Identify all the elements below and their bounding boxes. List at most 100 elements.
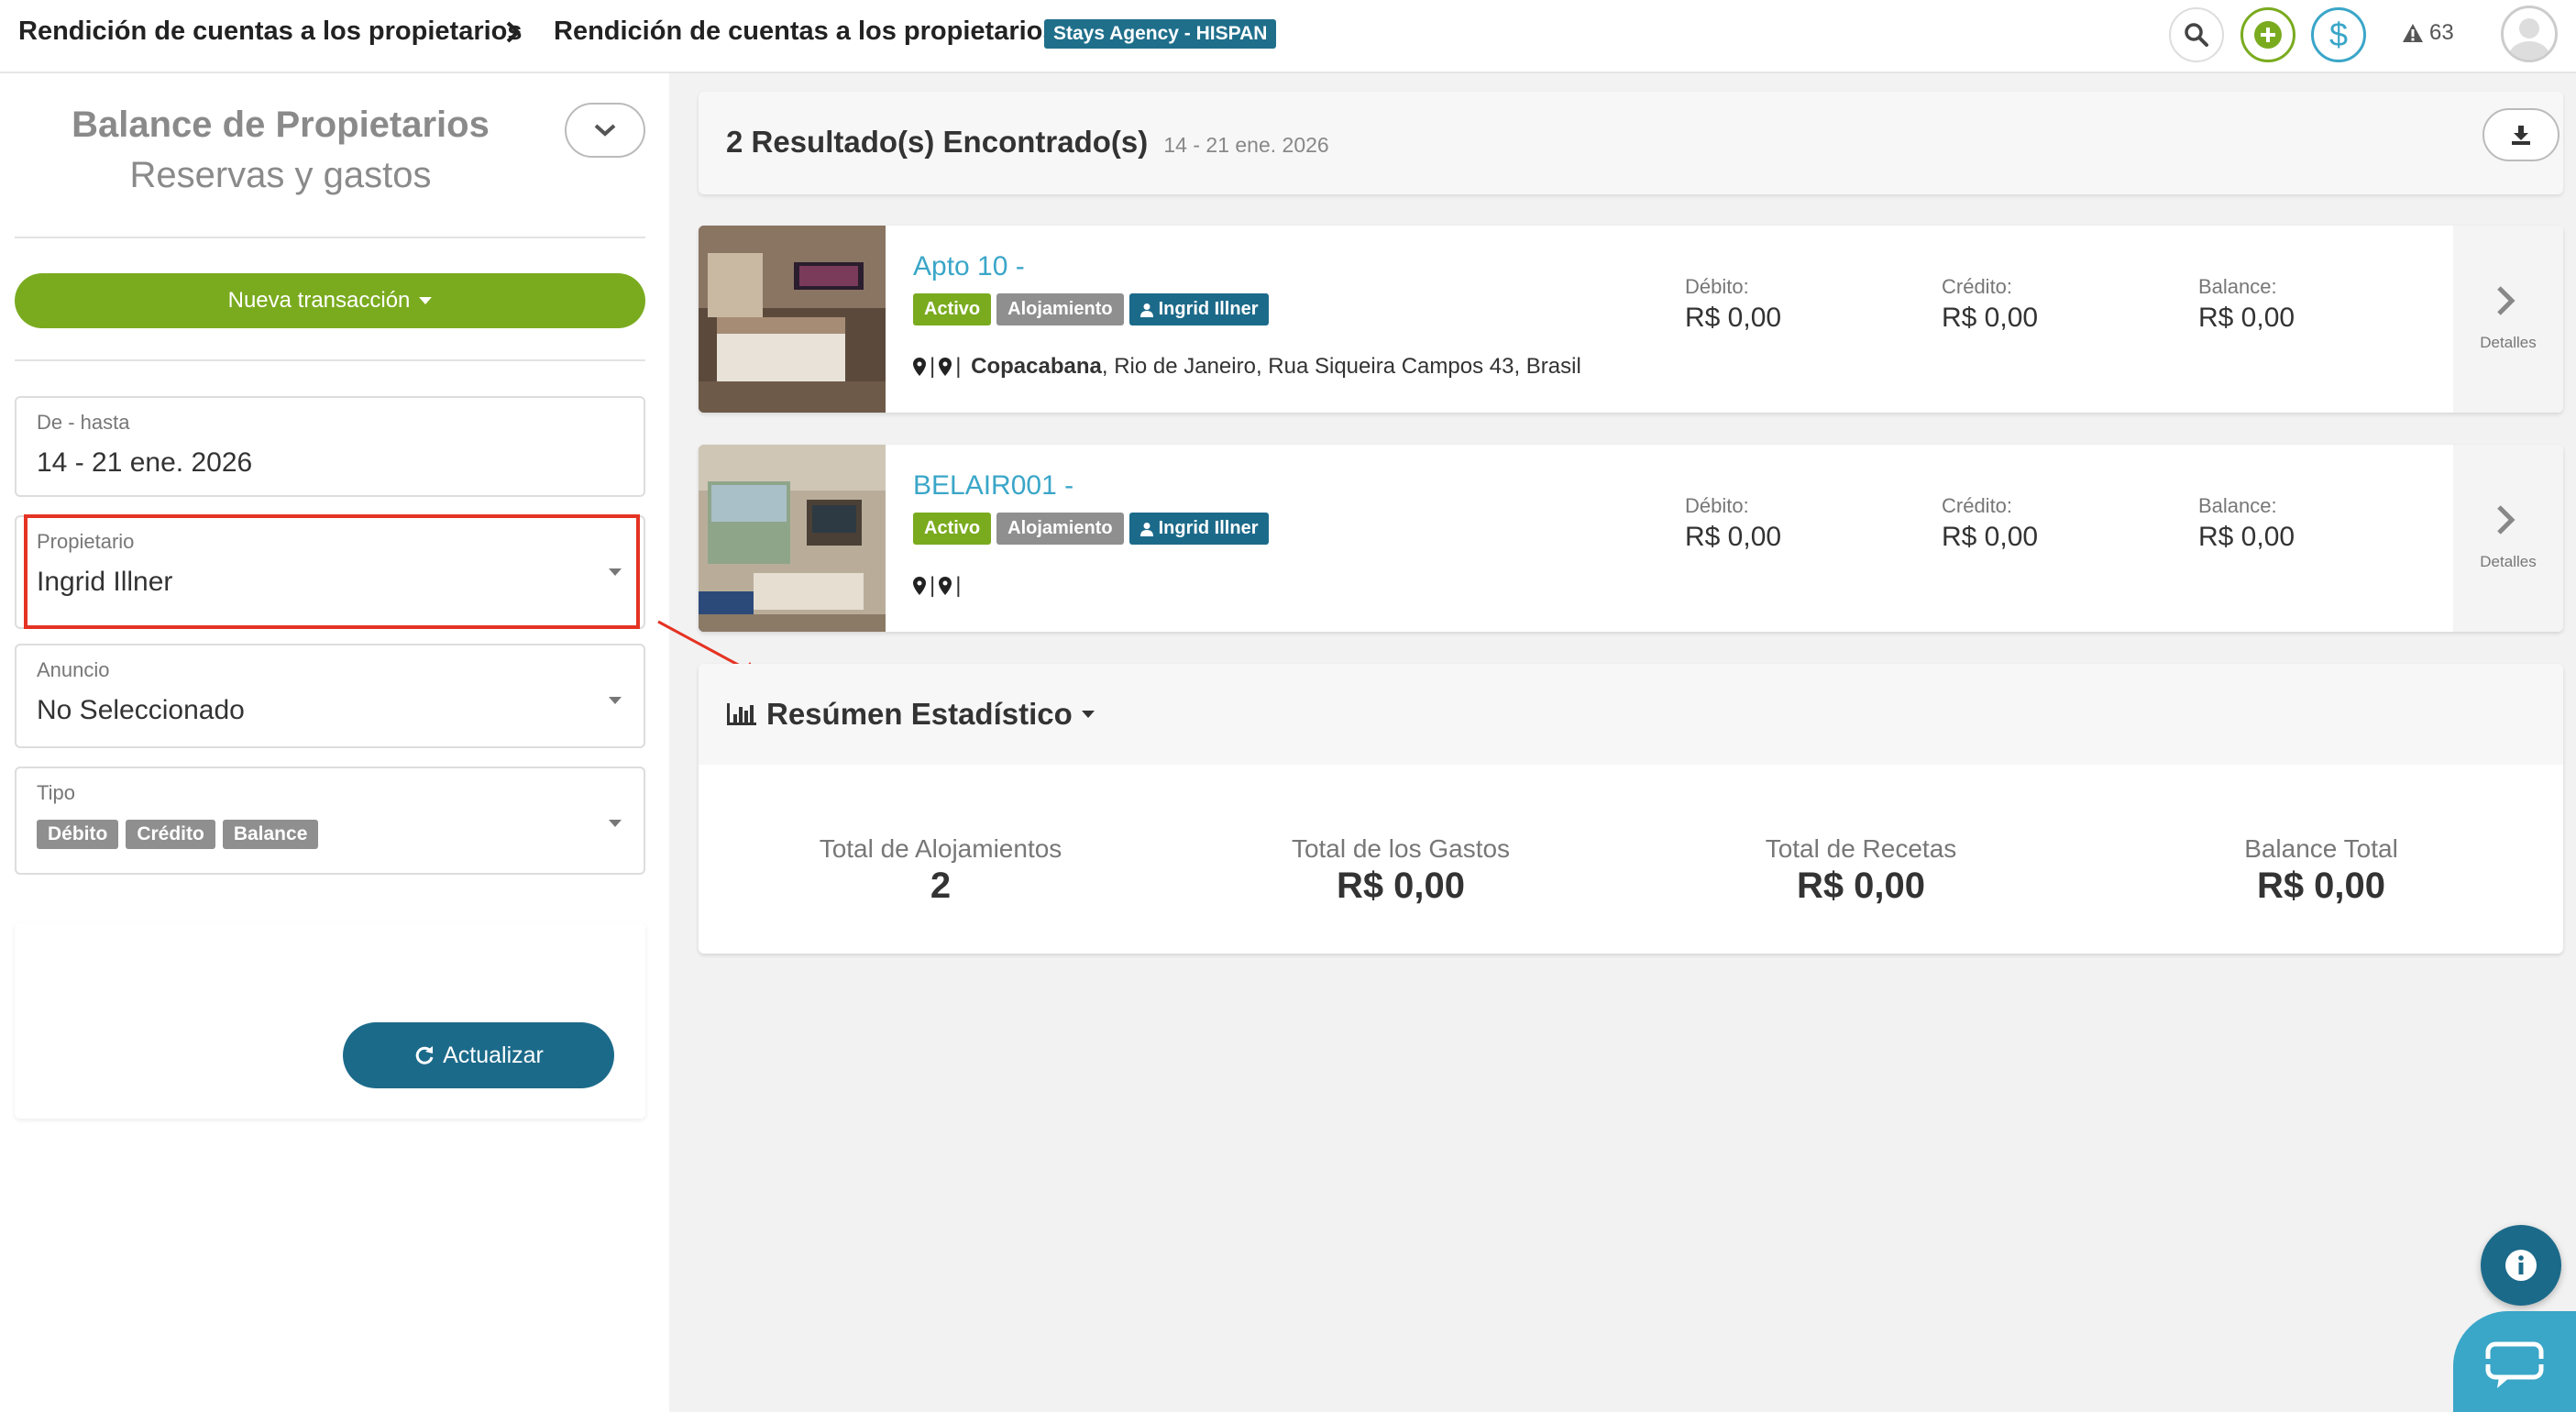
user-icon <box>1139 303 1153 317</box>
address-prefix: | <box>955 573 962 598</box>
plus-icon <box>2254 21 2282 49</box>
stats-title[interactable]: Resúmen Estadístico <box>726 697 1095 732</box>
info-icon <box>2505 1250 2537 1281</box>
details-button[interactable]: Detalles <box>2453 226 2563 413</box>
stat-label: Balance Total <box>2244 834 2398 863</box>
credit-column: Crédito: R$ 0,00 <box>1942 494 2038 553</box>
alerts-indicator[interactable]: 63 <box>2402 20 2454 46</box>
listing-select[interactable]: Anuncio No Seleccionado <box>15 644 645 748</box>
owner-badge: Ingrid Illner <box>1128 513 1270 545</box>
stat-total-listings: Total de Alojamientos 2 <box>757 834 1124 907</box>
type-tag-balance[interactable]: Balance <box>222 820 319 849</box>
status-badge: Activo <box>913 293 992 325</box>
download-button[interactable] <box>2482 108 2559 161</box>
stat-label: Total de Recetas <box>1765 834 1957 863</box>
debit-column: Débito: R$ 0,00 <box>1685 275 1781 334</box>
category-badge: Alojamiento <box>996 513 1124 545</box>
balance-column: Balance: R$ 0,00 <box>2198 275 2295 334</box>
listing-value: No Seleccionado <box>37 695 245 725</box>
balance-label: Balance: <box>2198 275 2277 298</box>
update-card: Actualizar <box>15 922 645 1119</box>
stat-total-expenses: Total de los Gastos R$ 0,00 <box>1217 834 1584 907</box>
chevron-right-icon <box>2497 286 2515 315</box>
sidebar: Balance de Propietarios Reservas y gasto… <box>0 73 669 1412</box>
owner-badge-label: Ingrid Illner <box>1158 518 1259 538</box>
caret-down-icon <box>609 697 622 704</box>
collapse-filters-button[interactable] <box>565 103 645 158</box>
update-button[interactable]: Actualizar <box>343 1022 614 1088</box>
property-tags: Activo Alojamiento Ingrid Illner <box>913 293 1270 325</box>
new-transaction-button[interactable]: Nueva transacción <box>15 273 645 328</box>
property-name[interactable]: BELAIR001 - <box>913 470 1073 502</box>
type-tags: Débito Crédito Balance <box>37 820 319 849</box>
top-bar: Rendición de cuentas a los propietarios … <box>0 0 2576 73</box>
stat-value: R$ 0,00 <box>2256 866 2386 906</box>
stat-value: 2 <box>930 866 952 906</box>
type-tag-debit[interactable]: Débito <box>37 820 119 849</box>
debit-column: Débito: R$ 0,00 <box>1685 494 1781 553</box>
map-pin-icon <box>939 577 952 595</box>
credit-value: R$ 0,00 <box>1942 522 2039 552</box>
debit-value: R$ 0,00 <box>1685 303 1782 333</box>
details-label: Detalles <box>2480 553 2537 570</box>
property-address: | | <box>913 573 961 599</box>
caret-down-icon <box>419 297 433 304</box>
avatar[interactable] <box>2501 6 2558 62</box>
details-button[interactable]: Detalles <box>2453 445 2563 632</box>
refresh-icon <box>415 1046 434 1065</box>
property-card[interactable]: BELAIR001 - Activo Alojamiento Ingrid Il… <box>699 445 2563 632</box>
stat-total-balance: Balance Total R$ 0,00 <box>2138 834 2504 907</box>
property-card[interactable]: Apto 10 - Activo Alojamiento Ingrid Illn… <box>699 226 2563 413</box>
new-transaction-label: Nueva transacción <box>227 288 411 313</box>
divider <box>15 237 645 238</box>
credit-label: Crédito: <box>1942 275 2013 298</box>
search-icon <box>2185 23 2208 47</box>
sidebar-title: Balance de Propietarios <box>72 105 490 145</box>
results-count: 2 Resultado(s) Encontrado(s) <box>726 125 1149 159</box>
date-range-field[interactable]: De - hasta 14 - 21 ene. 2026 <box>15 396 645 497</box>
stat-label: Total de Alojamientos <box>819 834 1062 863</box>
balance-label: Balance: <box>2198 494 2277 517</box>
date-range-label: De - hasta <box>37 411 130 434</box>
stat-label: Total de los Gastos <box>1291 834 1511 863</box>
alerts-count: 63 <box>2429 20 2454 45</box>
status-badge: Activo <box>913 513 992 545</box>
results-header: 2 Resultado(s) Encontrado(s) 14 - 21 ene… <box>699 92 2563 194</box>
property-photo <box>699 445 886 632</box>
chevron-right-icon <box>2497 505 2515 535</box>
caret-down-icon <box>609 820 622 827</box>
user-icon <box>1139 522 1153 536</box>
credit-column: Crédito: R$ 0,00 <box>1942 275 2038 334</box>
type-select[interactable]: Tipo Débito Crédito Balance <box>15 767 645 875</box>
address-neighborhood: Copacabana <box>971 354 1102 379</box>
credit-label: Crédito: <box>1942 494 2013 517</box>
search-button[interactable] <box>2169 7 2224 62</box>
add-button[interactable] <box>2240 7 2295 62</box>
breadcrumb-second: Rendición de cuentas a los propietarios <box>554 17 1058 46</box>
owner-badge-label: Ingrid Illner <box>1158 299 1259 319</box>
stat-value: R$ 0,00 <box>1336 866 1466 906</box>
divider <box>15 359 645 361</box>
type-tag-credit[interactable]: Crédito <box>126 820 215 849</box>
address-prefix: | <box>955 354 968 379</box>
category-badge: Alojamiento <box>996 293 1124 325</box>
details-label: Detalles <box>2480 334 2537 351</box>
chat-button[interactable] <box>2453 1311 2576 1412</box>
balance-column: Balance: R$ 0,00 <box>2198 494 2295 553</box>
stats-header[interactable]: Resúmen Estadístico <box>699 664 2563 765</box>
dollar-icon: $ <box>2329 17 2348 53</box>
address-separator: | <box>930 573 936 598</box>
results-range: 14 - 21 ene. 2026 <box>1163 133 1329 157</box>
breadcrumb-first[interactable]: Rendición de cuentas a los propietarios <box>18 17 523 47</box>
caret-down-icon <box>1081 711 1095 718</box>
map-pin-icon <box>913 577 926 595</box>
stat-total-income: Total de Recetas R$ 0,00 <box>1678 834 2044 907</box>
info-button[interactable] <box>2481 1225 2561 1306</box>
debit-label: Débito: <box>1685 494 1749 517</box>
finance-button[interactable]: $ <box>2311 7 2366 62</box>
chevron-down-icon <box>594 124 616 137</box>
type-label: Tipo <box>37 781 75 804</box>
property-tags: Activo Alojamiento Ingrid Illner <box>913 513 1270 545</box>
property-name[interactable]: Apto 10 - <box>913 251 1025 282</box>
stat-value: R$ 0,00 <box>1796 866 1926 906</box>
